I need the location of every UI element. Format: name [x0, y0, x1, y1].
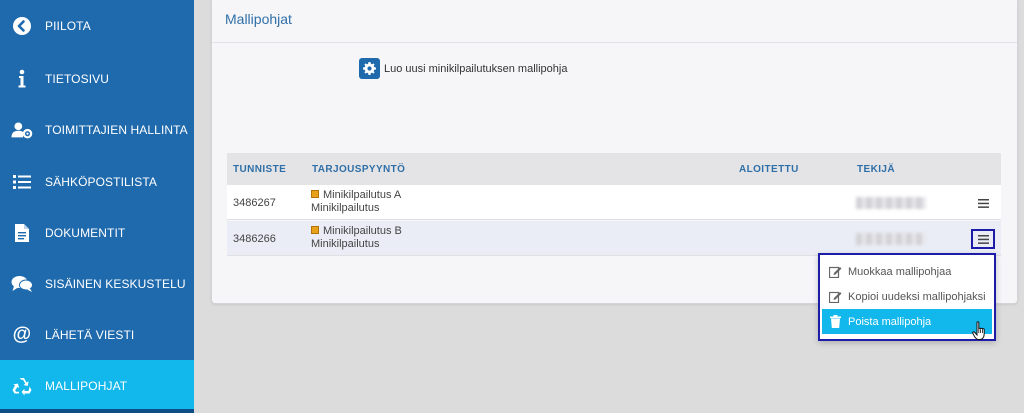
document-icon — [11, 222, 33, 244]
recycle-icon — [11, 375, 33, 397]
menu-item-copy[interactable]: Kopioi uudeksi mallipohjaksi — [822, 284, 992, 309]
author-redacted — [856, 233, 926, 245]
column-header-author[interactable]: TEKIJÄ — [857, 164, 895, 175]
document-icon — [311, 226, 319, 235]
info-icon — [11, 68, 33, 90]
sidebar-item-documents[interactable]: DOKUMENTIT — [0, 207, 194, 258]
request-type: Minikilpailutus — [311, 202, 380, 214]
chevron-left-circle-icon — [11, 15, 33, 37]
chat-icon — [11, 273, 33, 295]
sidebar-item-hide[interactable]: PIILOTA — [0, 0, 194, 51]
sidebar-item-mailing-list[interactable]: SÄHKÖPOSTILISTA — [0, 156, 194, 207]
create-template-label: Luo uusi minikilpailutuksen mallipohja — [384, 62, 568, 75]
table-row: 3486267 Minikilpailutus A Minikilpailutu… — [227, 185, 1001, 220]
row-request: Minikilpailutus B Minikilpailutus — [311, 225, 402, 251]
sidebar-item-label: LÄHETÄ VIESTI — [45, 327, 135, 342]
create-template-button[interactable]: Luo uusi minikilpailutuksen mallipohja — [359, 58, 567, 79]
sidebar-item-label: TOIMITTAJIEN HALLINTA — [45, 122, 188, 137]
sidebar-item-label: SISÄINEN KESKUSTELU — [45, 276, 186, 291]
menu-item-label: Muokkaa mallipohjaa — [848, 265, 952, 278]
hamburger-icon — [977, 234, 989, 244]
menu-item-edit[interactable]: Muokkaa mallipohjaa — [822, 259, 992, 284]
row-menu-button[interactable] — [971, 229, 995, 249]
request-name-link[interactable]: Minikilpailutus A — [323, 189, 401, 201]
sidebar-item-templates[interactable]: MALLIPOHJAT — [0, 360, 194, 411]
sidebar-item-label: MALLIPOHJAT — [45, 378, 128, 393]
table-row: 3486266 Minikilpailutus B Minikilpailutu… — [227, 221, 1001, 256]
row-action-menu: Muokkaa mallipohjaa Kopioi uudeksi malli… — [818, 253, 996, 341]
hamburger-icon — [977, 198, 989, 208]
author-redacted — [856, 197, 926, 209]
sidebar-bottom-strip — [0, 409, 194, 413]
request-name-link[interactable]: Minikilpailutus B — [323, 225, 402, 237]
sidebar-item-internal-chat[interactable]: SISÄINEN KESKUSTELU — [0, 258, 194, 309]
row-menu-button[interactable] — [971, 193, 995, 213]
sidebar-item-suppliers[interactable]: TOIMITTAJIEN HALLINTA — [0, 104, 194, 155]
table-header: TUNNISTE TARJOUSPYYNTÖ ALOITETTU TEKIJÄ — [227, 153, 1001, 185]
sidebar-item-info[interactable]: TIETOSIVU — [0, 53, 194, 104]
menu-item-delete[interactable]: Poista mallipohja — [822, 309, 992, 334]
column-header-request[interactable]: TARJOUSPYYNTÖ — [312, 164, 405, 175]
row-id: 3486266 — [233, 233, 276, 245]
sidebar: PIILOTA TIETOSIVU TOIMITTAJIEN HALLINTA … — [0, 0, 194, 413]
trash-icon — [828, 315, 842, 329]
user-gear-icon — [11, 119, 33, 141]
row-id: 3486267 — [233, 197, 276, 209]
sidebar-item-send-message[interactable]: @ LÄHETÄ VIESTI — [0, 309, 194, 360]
list-icon — [11, 171, 33, 193]
sidebar-item-label: DOKUMENTIT — [45, 225, 126, 240]
sidebar-item-label: PIILOTA — [45, 18, 91, 33]
hand-cursor-icon — [972, 321, 985, 340]
gear-icon — [359, 58, 380, 79]
page-title: Mallipohjat — [225, 11, 292, 27]
menu-item-label: Kopioi uudeksi mallipohjaksi — [848, 290, 986, 303]
request-type: Minikilpailutus — [311, 238, 380, 250]
row-request: Minikilpailutus A Minikilpailutus — [311, 189, 401, 215]
document-icon — [311, 190, 319, 199]
edit-icon — [828, 290, 842, 304]
sidebar-item-label: SÄHKÖPOSTILISTA — [45, 174, 157, 189]
edit-icon — [828, 265, 842, 279]
column-header-started[interactable]: ALOITETTU — [739, 164, 799, 175]
menu-item-label: Poista mallipohja — [848, 315, 932, 328]
column-header-id[interactable]: TUNNISTE — [233, 164, 286, 175]
sidebar-item-label: TIETOSIVU — [45, 71, 110, 86]
at-icon: @ — [12, 323, 32, 345]
panel-header: Mallipohjat — [212, 0, 1017, 43]
